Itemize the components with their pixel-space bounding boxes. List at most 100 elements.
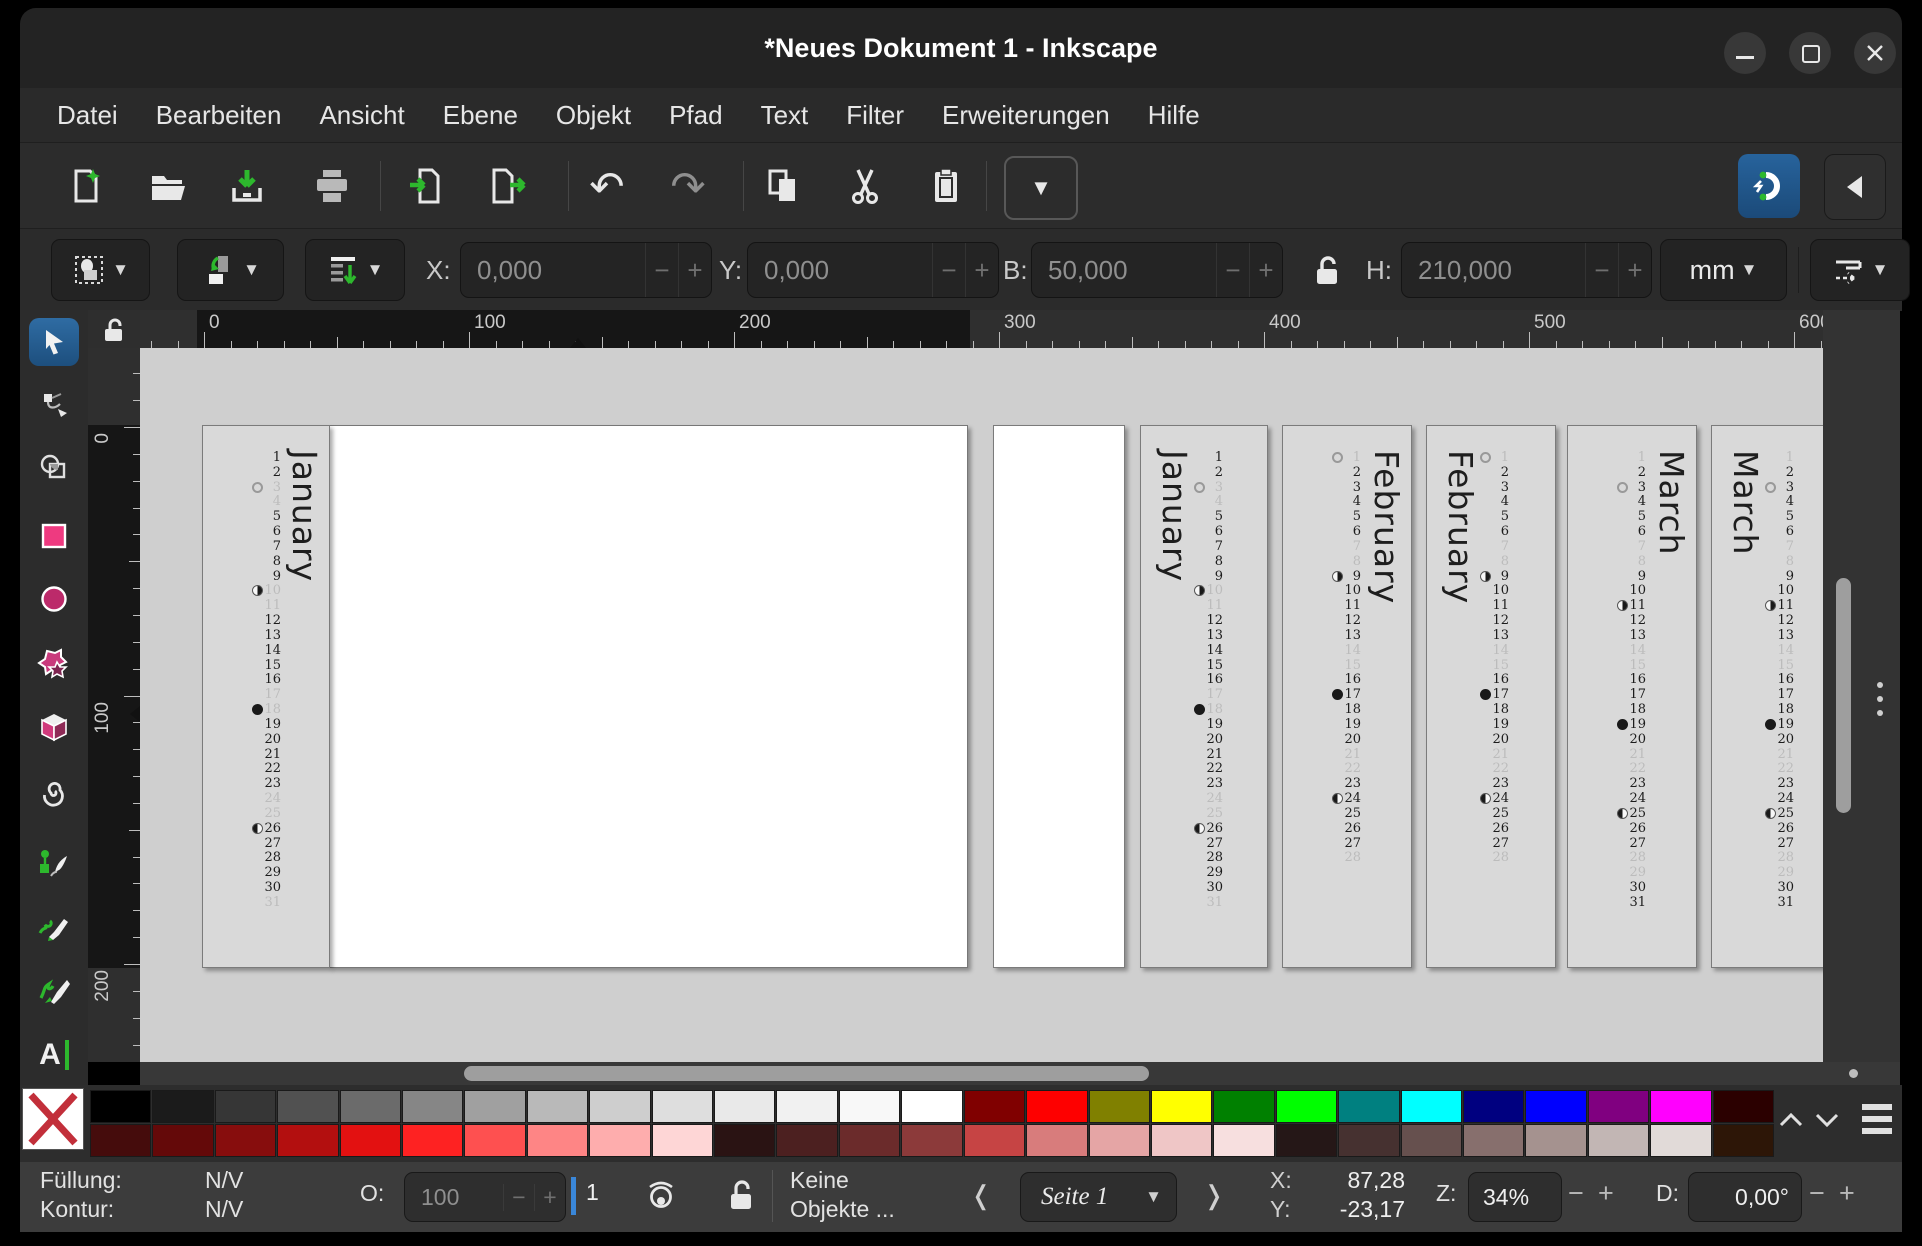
color-swatch-fe8585[interactable]	[527, 1124, 588, 1157]
tool-pencil[interactable]	[29, 901, 79, 949]
vertical-scrollbar[interactable]	[1836, 578, 1851, 813]
color-swatch-b9b9b9[interactable]	[527, 1090, 588, 1123]
rotate-mode-dropdown[interactable]: ▼	[177, 239, 284, 301]
strip-february-a[interactable]: February12345678910111213141516171819202…	[1282, 425, 1412, 968]
duplicate-button[interactable]	[753, 154, 811, 218]
strip-march-b[interactable]: March12345678910111213141516171819202122…	[1711, 425, 1823, 968]
height-field[interactable]: 210,000 −+	[1401, 242, 1652, 298]
color-swatch-f7dfdf[interactable]	[1213, 1124, 1274, 1157]
color-swatch-800000[interactable]	[964, 1090, 1025, 1123]
tool-pen[interactable]	[29, 838, 79, 886]
color-swatch-66504e[interactable]	[1401, 1124, 1462, 1157]
color-swatch-b30f0f[interactable]	[277, 1124, 338, 1157]
new-document-button[interactable]	[57, 154, 115, 218]
color-swatch-ffffff[interactable]	[901, 1090, 962, 1123]
import-button[interactable]	[399, 154, 457, 218]
color-swatch-a5928f[interactable]	[1525, 1124, 1586, 1157]
color-swatch-868686[interactable]	[402, 1090, 463, 1123]
menu-filter[interactable]: Filter	[827, 88, 923, 142]
width-minus-button[interactable]: −	[1216, 243, 1249, 297]
width-field[interactable]: 50,000 −+	[1031, 242, 1283, 298]
layer-lock-icon[interactable]	[725, 1176, 759, 1214]
titlebar[interactable]: *Neues Dokument 1 - Inkscape	[20, 8, 1902, 88]
color-swatch-0000fe[interactable]	[1525, 1090, 1586, 1123]
rotation-field[interactable]: 0,00°	[1688, 1172, 1802, 1222]
horizontal-scrollbar[interactable]	[464, 1066, 1149, 1081]
color-swatch-2d1607[interactable]	[1713, 1124, 1774, 1157]
palette-scroll-down-icon[interactable]	[1814, 1111, 1840, 1129]
color-swatch-640909[interactable]	[152, 1124, 213, 1157]
menu-erweiterungen[interactable]: Erweiterungen	[923, 88, 1129, 142]
menu-objekt[interactable]: Objekt	[537, 88, 650, 142]
palette-menu-icon[interactable]	[1860, 1100, 1894, 1140]
color-swatch-fe0000[interactable]	[1026, 1090, 1087, 1123]
color-swatch-000000[interactable]	[90, 1090, 151, 1123]
tool-selector[interactable]	[29, 318, 79, 366]
guide-lock-icon[interactable]	[101, 315, 129, 345]
undo-button[interactable]: ↶	[578, 154, 636, 218]
close-button[interactable]	[1854, 32, 1896, 74]
color-swatch-f8f8f8[interactable]	[839, 1090, 900, 1123]
no-color-swatch[interactable]	[22, 1088, 84, 1150]
export-button[interactable]	[479, 154, 537, 218]
color-swatch-fe2222[interactable]	[402, 1124, 463, 1157]
color-swatch-2a1313[interactable]	[714, 1124, 775, 1157]
snap-toggle-button[interactable]	[1738, 154, 1800, 218]
cut-button[interactable]	[836, 154, 894, 218]
color-swatch-fe5050[interactable]	[464, 1124, 525, 1157]
dock-handle-icon[interactable]	[1877, 682, 1883, 688]
rotation-plus-button[interactable]: +	[1839, 1178, 1855, 1209]
menu-datei[interactable]: Datei	[38, 88, 137, 142]
color-swatch-008080[interactable]	[1338, 1090, 1399, 1123]
fill-value[interactable]: N/V	[205, 1167, 243, 1194]
color-swatch-dedede[interactable]	[652, 1090, 713, 1123]
collapse-dock-button[interactable]	[1824, 154, 1886, 220]
stack-order-dropdown[interactable]: ▼	[305, 239, 405, 301]
tool-spiral[interactable]	[29, 768, 79, 816]
horizontal-ruler[interactable]: 0100200300400500600	[140, 310, 1823, 348]
x-field[interactable]: 0,000 −+	[460, 242, 712, 298]
color-swatch-870d0d[interactable]	[215, 1124, 276, 1157]
redo-button[interactable]: ↷	[659, 154, 717, 218]
color-swatch-808000[interactable]	[1089, 1090, 1150, 1123]
save-document-button[interactable]	[218, 154, 276, 218]
color-swatch-800080[interactable]	[1588, 1090, 1649, 1123]
dock-handle-icon[interactable]	[1877, 696, 1883, 702]
color-swatch-251717[interactable]	[1276, 1124, 1337, 1157]
color-swatch-00ffff[interactable]	[1401, 1090, 1462, 1123]
layer-visibility-eye-icon[interactable]	[642, 1178, 680, 1212]
x-plus-button[interactable]: +	[678, 243, 711, 297]
menu-ansicht[interactable]: Ansicht	[300, 88, 423, 142]
color-swatch-515151[interactable]	[277, 1090, 338, 1123]
transform-options-dropdown[interactable]: ▼	[1810, 239, 1910, 301]
layer-number[interactable]: 1	[586, 1179, 599, 1206]
minimize-button[interactable]	[1724, 32, 1766, 74]
color-swatch-363636[interactable]	[215, 1090, 276, 1123]
zoom-field[interactable]: 34%	[1468, 1172, 1562, 1222]
strip-january-a[interactable]: January123456789101112131415161718192021…	[202, 425, 330, 968]
height-minus-button[interactable]: −	[1585, 243, 1618, 297]
tool-calligraphy[interactable]	[29, 964, 79, 1012]
height-plus-button[interactable]: +	[1618, 243, 1651, 297]
maximize-button[interactable]	[1789, 32, 1831, 74]
color-swatch-e5a5a5[interactable]	[1089, 1124, 1150, 1157]
tool-shape-builder[interactable]	[29, 443, 79, 491]
strip-march-a[interactable]: March12345678910111213141516171819202122…	[1567, 425, 1697, 968]
menu-hilfe[interactable]: Hilfe	[1129, 88, 1219, 142]
previous-page-button[interactable]: ❬	[970, 1180, 992, 1211]
unit-dropdown[interactable]: mm ▼	[1660, 239, 1787, 301]
strip-february-b[interactable]: February12345678910111213141516171819202…	[1426, 425, 1556, 968]
color-swatch-c64444[interactable]	[964, 1124, 1025, 1157]
y-minus-button[interactable]: −	[932, 243, 965, 297]
color-swatch-feadad[interactable]	[589, 1124, 650, 1157]
ruler-corner[interactable]	[88, 310, 140, 348]
color-swatch-ff00fe[interactable]	[1650, 1090, 1711, 1123]
strip-january-b[interactable]: January123456789101112131415161718192021…	[1140, 425, 1268, 968]
color-swatch-008000[interactable]	[1213, 1090, 1274, 1123]
next-page-button[interactable]: ❭	[1203, 1180, 1225, 1211]
color-swatch-00fe00[interactable]	[1276, 1090, 1337, 1123]
horizontal-scrollbar-track[interactable]	[140, 1062, 1900, 1085]
lock-ratio-icon[interactable]	[1310, 253, 1344, 289]
x-minus-button[interactable]: −	[645, 243, 678, 297]
tool-star[interactable]	[29, 640, 79, 688]
